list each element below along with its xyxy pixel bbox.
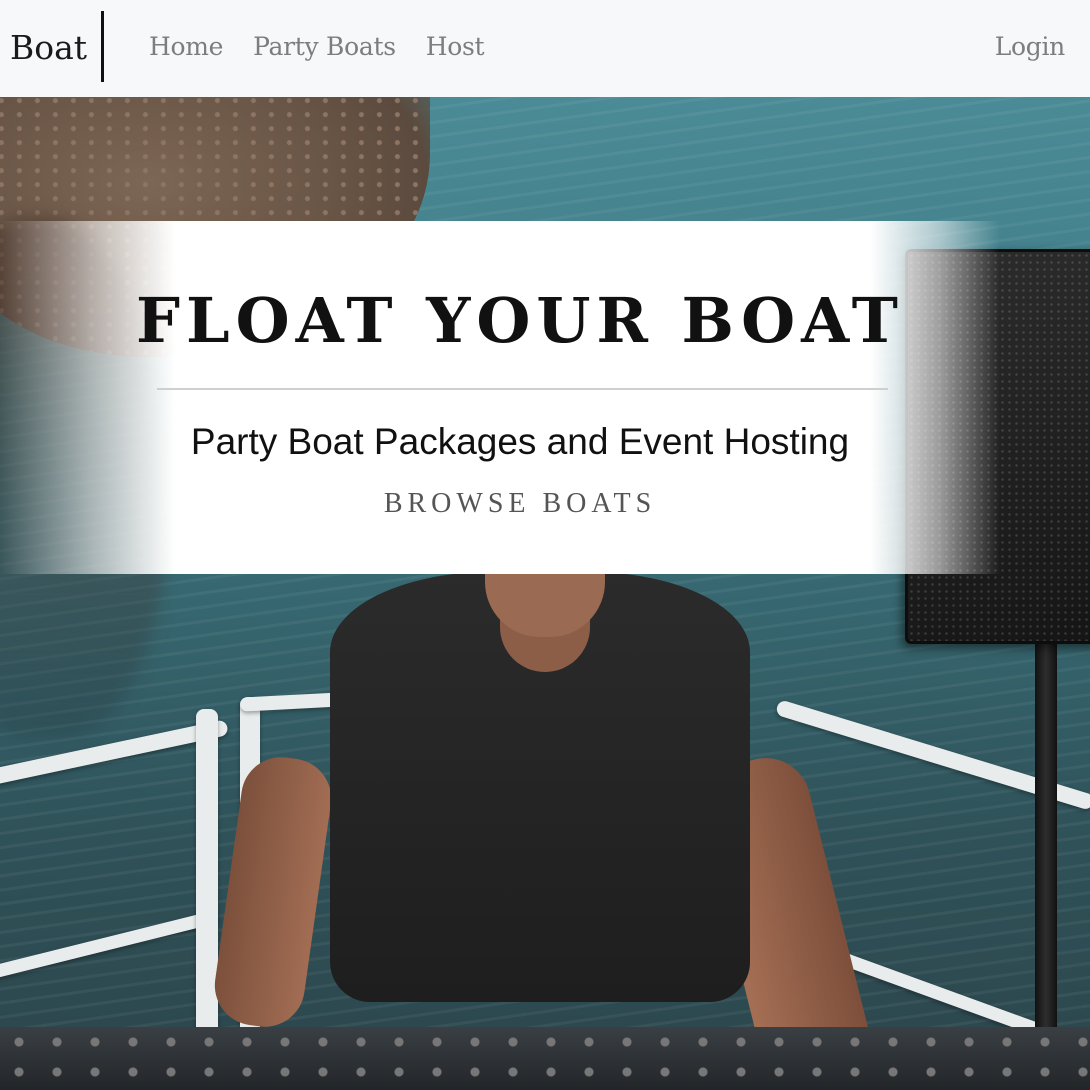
nav-link-home[interactable]: Home [149, 30, 223, 64]
top-navbar: Boat Home Party Boats Host Login [0, 0, 1090, 97]
speaker-stand [1035, 640, 1057, 1090]
hero-divider [157, 388, 888, 390]
dj-left-arm [209, 752, 337, 1032]
dj-mixer [0, 1027, 1090, 1090]
hero-subtitle: Party Boat Packages and Event Hosting [190, 421, 850, 462]
hero-title: FLOAT YOUR BOAT [136, 284, 904, 357]
login-link[interactable]: Login [995, 30, 1066, 64]
nav-link-party-boats[interactable]: Party Boats [253, 30, 396, 64]
brand-divider [101, 11, 104, 82]
nav-link-host[interactable]: Host [426, 30, 485, 64]
brand-logo-link[interactable]: Boat [10, 26, 87, 70]
browse-boats-link[interactable]: BROWSE BOATS [0, 486, 1040, 522]
hero-banner: FLOAT YOUR BOAT Party Boat Packages and … [0, 221, 1090, 574]
nav-links: Home Party Boats Host [149, 30, 485, 64]
boat-railing [0, 910, 219, 981]
